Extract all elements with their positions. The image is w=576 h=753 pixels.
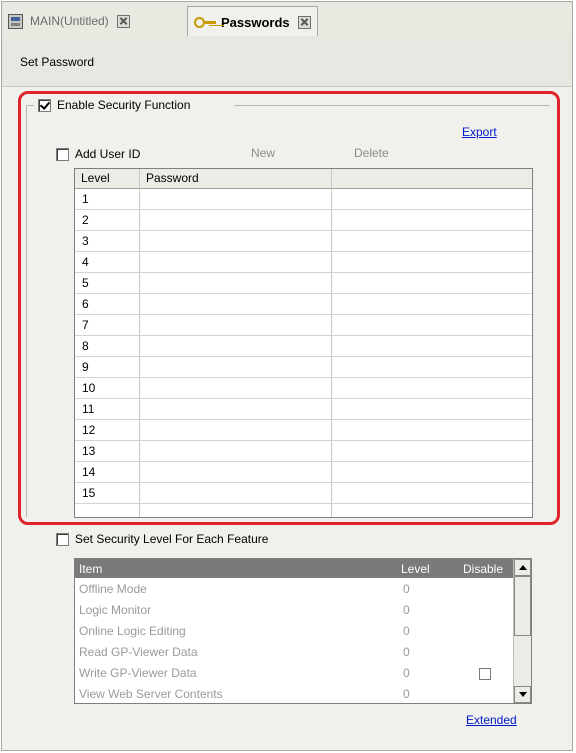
table-row[interactable]: 9: [75, 357, 532, 378]
table-row[interactable]: 7: [75, 315, 532, 336]
level-cell: 12: [82, 423, 96, 437]
level-cell: 3: [82, 234, 89, 248]
table-row[interactable]: 12: [75, 420, 532, 441]
page-header: Set Password: [2, 36, 572, 87]
col-disable-header[interactable]: Disable: [463, 562, 503, 576]
level-cell: 5: [82, 276, 89, 290]
table-row[interactable]: 11: [75, 399, 532, 420]
level-cell: 6: [82, 297, 89, 311]
table-row[interactable]: 8: [75, 336, 532, 357]
export-link[interactable]: Export: [462, 125, 497, 139]
tab-passwords-close-icon[interactable]: [297, 15, 311, 29]
table-row[interactable]: 14: [75, 462, 532, 483]
table-row[interactable]: 2: [75, 210, 532, 231]
table-row[interactable]: Read GP-Viewer Data 0: [75, 642, 513, 663]
scroll-up-icon[interactable]: [514, 559, 531, 576]
table-row[interactable]: Write GP-Viewer Data 0: [75, 663, 513, 684]
tab-main[interactable]: MAIN(Untitled): [8, 6, 130, 36]
level-cell: 11: [82, 402, 95, 416]
new-button[interactable]: New: [251, 146, 275, 160]
table-row[interactable]: 3: [75, 231, 532, 252]
feature-level-cell: 0: [403, 645, 410, 659]
feature-item-cell: Read GP-Viewer Data: [79, 645, 198, 659]
tab-main-close-icon[interactable]: [116, 14, 130, 28]
key-icon: [194, 16, 216, 28]
tab-bar: MAIN(Untitled) Passwords: [2, 2, 572, 37]
col-feature-level-header[interactable]: Level: [401, 562, 430, 576]
level-cell: 9: [82, 360, 89, 374]
delete-button[interactable]: Delete: [354, 146, 389, 160]
feature-level-cell: 0: [403, 666, 410, 680]
feature-level-checkbox[interactable]: [56, 533, 69, 546]
level-cell: 7: [82, 318, 89, 332]
screen-icon: [8, 13, 23, 29]
table-row[interactable]: 13: [75, 441, 532, 462]
table-row[interactable]: 10: [75, 378, 532, 399]
table-row[interactable]: Logic Monitor 0: [75, 600, 513, 621]
extended-link[interactable]: Extended: [466, 713, 517, 727]
feature-level-cell: 0: [403, 687, 410, 701]
level-cell: 2: [82, 213, 89, 227]
scroll-down-icon[interactable]: [514, 686, 531, 703]
table-row[interactable]: Offline Mode 0: [75, 579, 513, 600]
enable-security-label: Enable Security Function: [57, 98, 191, 112]
password-table-header: Level Password: [75, 169, 532, 189]
feature-table-header: Item Level Disable: [75, 559, 513, 578]
password-table: Level Password 1 2 3 4 5 6 7 8 9 10 11 1…: [74, 168, 533, 518]
level-cell: 14: [82, 465, 96, 479]
level-cell: 10: [82, 381, 96, 395]
level-cell: 4: [82, 255, 89, 269]
disable-checkbox[interactable]: [479, 668, 491, 680]
level-cell: 15: [82, 486, 96, 500]
table-row[interactable]: 15: [75, 483, 532, 504]
table-row[interactable]: 4: [75, 252, 532, 273]
add-user-checkbox[interactable]: [56, 148, 69, 161]
col-level-header[interactable]: Level: [81, 171, 110, 185]
tab-passwords[interactable]: Passwords: [187, 6, 318, 37]
feature-table: Item Level Disable Offline Mode 0 Logic …: [74, 558, 532, 704]
add-user-label: Add User ID: [75, 147, 141, 161]
tab-passwords-label: Passwords: [221, 14, 290, 30]
col-password-header[interactable]: Password: [146, 171, 199, 185]
enable-security-checkbox[interactable]: [38, 99, 51, 112]
feature-level-label: Set Security Level For Each Feature: [75, 532, 269, 546]
feature-item-cell: Offline Mode: [79, 582, 147, 596]
tab-main-label: MAIN(Untitled): [30, 14, 109, 28]
page-title: Set Password: [20, 55, 95, 69]
level-cell: 1: [82, 192, 89, 206]
level-cell: 8: [82, 339, 89, 353]
table-row[interactable]: 5: [75, 273, 532, 294]
level-cell: 13: [82, 444, 96, 458]
feature-level-cell: 0: [403, 624, 410, 638]
feature-level-cell: 0: [403, 603, 410, 617]
feature-table-scrollbar[interactable]: [513, 559, 531, 703]
table-row[interactable]: 6: [75, 294, 532, 315]
scroll-thumb[interactable]: [514, 576, 531, 636]
col-item-header[interactable]: Item: [79, 562, 102, 576]
feature-item-cell: Logic Monitor: [79, 603, 152, 617]
feature-level-cell: 0: [403, 582, 410, 596]
feature-item-cell: Online Logic Editing: [79, 624, 186, 638]
feature-item-cell: View Web Server Contents: [79, 687, 223, 701]
table-row[interactable]: 1: [75, 189, 532, 210]
feature-item-cell: Write GP-Viewer Data: [79, 666, 197, 680]
passwords-window: MAIN(Untitled) Passwords Set Password En…: [1, 1, 573, 751]
table-row[interactable]: View Web Server Contents 0: [75, 684, 513, 703]
table-row[interactable]: Online Logic Editing 0: [75, 621, 513, 642]
